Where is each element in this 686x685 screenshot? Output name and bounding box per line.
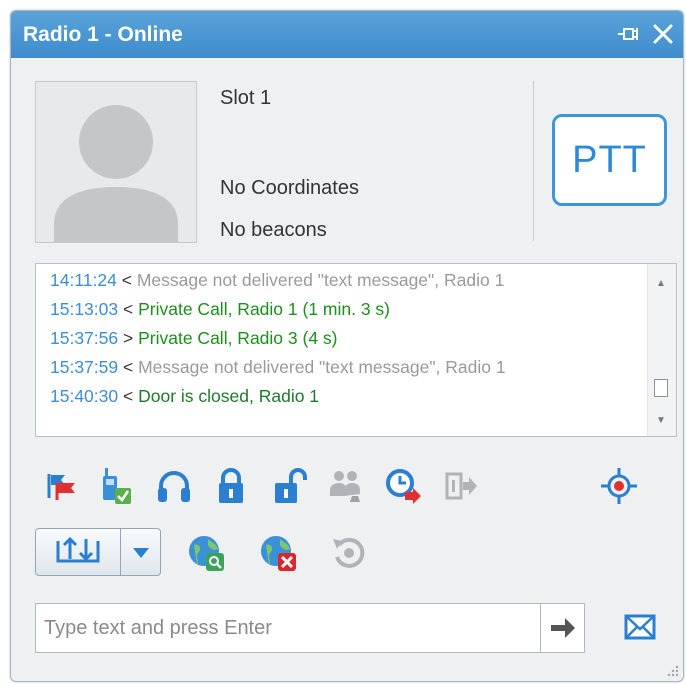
log-direction: > [123,328,134,348]
log-time: 15:37:56 [50,328,119,348]
log-direction: < [123,386,134,406]
divider [533,81,534,241]
close-icon[interactable] [649,20,677,48]
log-direction: < [123,357,134,377]
log-time: 15:13:03 [50,299,119,319]
log-text: Message not delivered "text message", Ra… [136,270,505,290]
ptt-button[interactable]: PTT [552,114,667,206]
upload-split-button[interactable] [35,528,161,576]
log-time: 14:11:24 [50,270,117,290]
radio-window: Radio 1 - Online Slot 1 No Coordinates N… [10,10,684,682]
dropdown-arrow-icon[interactable] [121,529,161,575]
resize-grip-icon[interactable] [665,663,679,677]
log-entry: 15:40:30 < Door is closed, Radio 1 [50,382,640,411]
message-input[interactable] [36,604,540,652]
radio-enabled-icon[interactable] [97,466,137,506]
window-title: Radio 1 - Online [23,23,183,46]
log-scrollbar[interactable]: ▲ ▼ [647,264,676,436]
title-bar: Radio 1 - Online [11,11,683,58]
avatar [35,81,197,243]
send-arrow-icon[interactable] [540,604,584,652]
envelope-icon[interactable] [623,611,657,643]
headset-icon[interactable] [154,466,194,506]
target-location-icon[interactable] [599,466,639,506]
upload-split-button-icon[interactable] [36,529,121,575]
group-call-icon[interactable] [326,466,366,506]
message-composer [35,603,585,653]
log-text: Private Call, Radio 1 (1 min. 3 s) [138,299,391,319]
beacons-label: No beacons [220,219,327,241]
log-lines: 14:11:24 < Message not delivered "text m… [50,266,640,411]
location-search-icon[interactable] [186,533,226,573]
exit-icon[interactable] [441,466,481,506]
message-log[interactable]: 14:11:24 < Message not delivered "text m… [35,263,677,437]
log-text: Door is closed, Radio 1 [138,386,320,406]
slot-label: Slot 1 [220,87,272,109]
scroll-up-icon[interactable]: ▲ [656,278,666,289]
log-text: Private Call, Radio 3 (4 s) [138,328,338,348]
radio-check-flags-icon[interactable] [41,466,81,506]
scheduled-call-icon[interactable] [383,466,423,506]
log-entry: 14:11:24 < Message not delivered "text m… [50,266,640,295]
log-time: 15:40:30 [50,386,119,406]
coordinates-label: No Coordinates [220,177,359,199]
scroll-down-icon[interactable]: ▼ [656,415,666,426]
lock-icon[interactable] [211,466,251,506]
log-text: Message not delivered "text message", Ra… [138,357,506,377]
log-entry: 15:37:59 < Message not delivered "text m… [50,353,640,382]
log-entry: 15:13:03 < Private Call, Radio 1 (1 min.… [50,295,640,324]
log-direction: < [123,299,134,319]
scroll-thumb[interactable] [654,379,668,397]
log-time: 15:37:59 [50,357,119,377]
log-entry: 15:37:56 > Private Call, Radio 3 (4 s) [50,324,640,353]
pin-icon[interactable] [615,21,641,47]
unlock-icon[interactable] [269,466,309,506]
replay-icon[interactable] [329,533,369,573]
log-direction: < [121,270,132,290]
user-avatar-icon [54,105,178,242]
location-cancel-icon[interactable] [258,533,298,573]
